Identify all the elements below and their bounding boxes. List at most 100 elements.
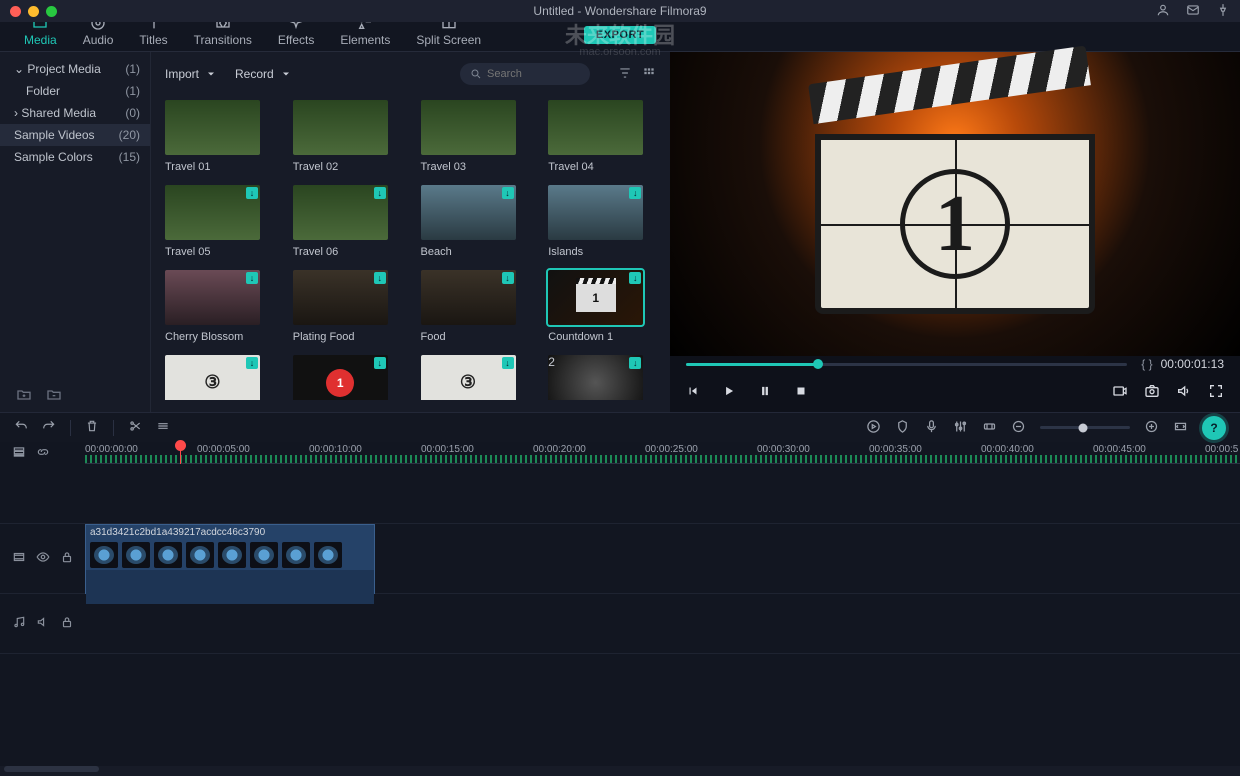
track-head-video2[interactable]	[0, 464, 85, 524]
duration-icon[interactable]	[982, 419, 997, 437]
message-icon[interactable]	[1186, 3, 1200, 20]
timeline-clip[interactable]: a31d3421c2bd1a439217acdcc46c3790	[85, 524, 375, 594]
tree-item[interactable]: Sample Videos(20)	[0, 124, 150, 146]
mark-in-out-icon[interactable]: { }	[1141, 357, 1152, 371]
media-clip[interactable]: Travel 04	[548, 100, 656, 173]
media-clip[interactable]: Cherry Blossom	[165, 270, 273, 343]
link-icon[interactable]	[36, 445, 50, 462]
delete-folder-icon[interactable]	[46, 387, 62, 406]
ruler-tick: 00:00:30:00	[757, 444, 810, 455]
preview-scrubber[interactable]	[686, 363, 1127, 366]
clapperboard-graphic: 1	[815, 94, 1095, 314]
eye-icon[interactable]	[36, 550, 50, 567]
preview-panel: 1 { } 00:00:01:13	[670, 52, 1240, 412]
zoom-out-icon[interactable]	[1011, 419, 1026, 437]
render-preview-icon[interactable]	[866, 419, 881, 437]
countdown-number: 1	[900, 169, 1010, 279]
ruler-tick: 00:00:25:00	[645, 444, 698, 455]
filter-icon[interactable]	[618, 66, 632, 83]
media-clip[interactable]: 1	[293, 355, 401, 400]
search-icon	[470, 68, 482, 80]
voiceover-icon[interactable]	[924, 419, 939, 437]
tree-item[interactable]: ⌄ Project Media(1)	[0, 58, 150, 80]
search-input-wrapper[interactable]	[460, 63, 590, 85]
tree-item[interactable]: › Shared Media(0)	[0, 102, 150, 124]
media-clip[interactable]: Travel 05	[165, 185, 273, 258]
media-clip[interactable]: ③	[421, 355, 529, 400]
close-window-button[interactable]	[10, 6, 21, 17]
tree-item[interactable]: Folder(1)	[0, 80, 150, 102]
timeline-toolbar: ?	[0, 412, 1240, 442]
volume-icon[interactable]	[1176, 383, 1192, 402]
zoom-fit-icon[interactable]	[1173, 419, 1188, 437]
tree-item[interactable]: Sample Colors(15)	[0, 146, 150, 168]
ruler-tick: 00:00:15:00	[421, 444, 474, 455]
crop-icon[interactable]	[156, 419, 170, 436]
lock-icon[interactable]	[60, 550, 74, 567]
ruler-tick: 00:00:00:00	[85, 444, 138, 455]
prev-frame-button[interactable]	[686, 384, 700, 401]
filmstrip-icon	[12, 550, 26, 567]
media-clip[interactable]: Travel 06	[293, 185, 401, 258]
grid-view-icon[interactable]	[642, 66, 656, 83]
media-clip[interactable]: Travel 02	[293, 100, 401, 173]
help-button[interactable]: ?	[1202, 416, 1226, 440]
fullscreen-icon[interactable]	[1208, 383, 1224, 402]
timeline-clip-label: a31d3421c2bd1a439217acdcc46c3790	[86, 525, 374, 540]
pin-icon[interactable]	[1216, 3, 1230, 20]
marker-icon[interactable]	[895, 419, 910, 437]
media-clip[interactable]: Islands	[548, 185, 656, 258]
lock-icon[interactable]	[60, 615, 74, 632]
import-dropdown[interactable]: Import	[165, 67, 217, 81]
ruler-tick: 00:00:45:00	[1093, 444, 1146, 455]
track-head-video1[interactable]	[0, 524, 85, 594]
search-input[interactable]	[487, 68, 577, 80]
media-clip[interactable]: Plating Food	[293, 270, 401, 343]
new-folder-icon[interactable]	[16, 387, 32, 406]
media-clip[interactable]: Travel 03	[421, 100, 529, 173]
timeline-lanes[interactable]: a31d3421c2bd1a439217acdcc46c3790	[85, 464, 1240, 764]
media-clip[interactable]: Beach	[421, 185, 529, 258]
media-clip[interactable]: ③	[165, 355, 273, 400]
delete-icon[interactable]	[85, 419, 99, 436]
playback-quality-icon[interactable]	[1112, 383, 1128, 402]
media-browser: Import Record Travel 01 Travel 02 Travel 0…	[150, 52, 670, 412]
media-clip[interactable]: Travel 01	[165, 100, 273, 173]
account-icon[interactable]	[1156, 3, 1170, 20]
mixer-icon[interactable]	[953, 419, 968, 437]
media-clip[interactable]: 2	[548, 355, 656, 400]
record-dropdown[interactable]: Record	[235, 67, 292, 81]
ruler-tick: 00:00:5	[1205, 444, 1238, 455]
undo-icon[interactable]	[14, 419, 28, 436]
redo-icon[interactable]	[42, 419, 56, 436]
play-button[interactable]	[722, 384, 736, 401]
pause-button[interactable]	[758, 384, 772, 401]
ruler-tick: 00:00:05:00	[197, 444, 250, 455]
zoom-slider[interactable]	[1040, 426, 1130, 429]
manage-tracks-icon[interactable]	[12, 445, 26, 462]
export-button[interactable]: EXPORT	[584, 26, 656, 44]
window-controls	[10, 6, 57, 17]
ruler-tick: 00:00:20:00	[533, 444, 586, 455]
snapshot-icon[interactable]	[1144, 383, 1160, 402]
zoom-in-icon[interactable]	[1144, 419, 1159, 437]
maximize-window-button[interactable]	[46, 6, 57, 17]
window-title: Untitled - Wondershare Filmora9	[533, 4, 706, 18]
track-head-audio1[interactable]	[0, 594, 85, 654]
mute-icon[interactable]	[36, 615, 50, 632]
timeline-scrollbar[interactable]	[0, 766, 1240, 776]
ruler-tick: 00:00:10:00	[309, 444, 362, 455]
media-clip[interactable]: Food	[421, 270, 529, 343]
stop-button[interactable]	[794, 384, 808, 401]
window-titlebar: Untitled - Wondershare Filmora9	[0, 0, 1240, 22]
ruler-tick: 00:00:40:00	[981, 444, 1034, 455]
timeline-ruler[interactable]: 00:00:00:00 00:00:05:00 00:00:10:00 00:00:1…	[85, 442, 1240, 464]
project-tree: ⌄ Project Media(1)Folder(1)› Shared Medi…	[0, 52, 150, 412]
minimize-window-button[interactable]	[28, 6, 39, 17]
preview-screen[interactable]: 1	[670, 52, 1240, 356]
ruler-tick: 00:00:35:00	[869, 444, 922, 455]
split-icon[interactable]	[128, 419, 142, 436]
export-strip: 未来软件园 mac.orsoon.com EXPORT	[0, 22, 1240, 48]
media-clip[interactable]: 1Countdown 1	[548, 270, 656, 343]
preview-timecode: 00:00:01:13	[1161, 357, 1224, 371]
